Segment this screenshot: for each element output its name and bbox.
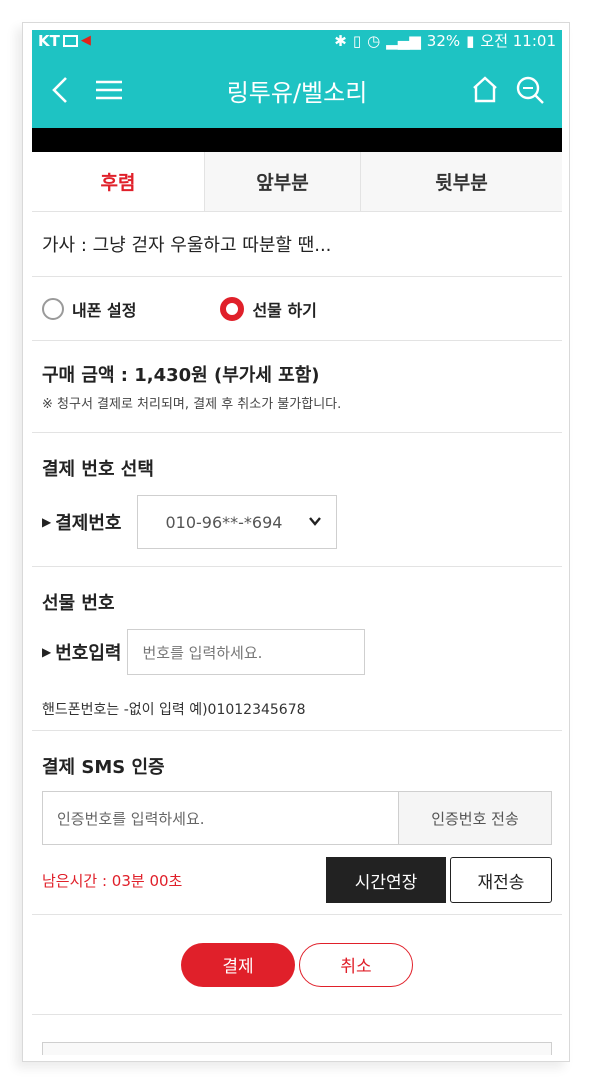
purchase-type-options: 내폰 설정 선물 하기 <box>32 277 562 341</box>
option-gift-label: 선물 하기 <box>252 300 317 320</box>
lyrics-text: 가사 : 그냥 걷자 우울하고 따분할 땐... <box>32 212 562 277</box>
back-arrow-icon[interactable] <box>46 70 76 110</box>
payment-number-title: 결제 번호 선택 <box>42 459 154 480</box>
payment-number-value: 010-96**-*694 <box>165 512 283 532</box>
chevron-down-icon <box>309 517 322 526</box>
status-right: ✱ ▯ ◷ ▂▄▆ 32% ▮ 오전 11:01 <box>334 30 556 52</box>
app-bar: 링투유/벨소리 <box>32 52 562 128</box>
billing-note: ※ 청구서 결제로 처리되며, 결제 후 취소가 불가합니다. <box>42 397 342 412</box>
sms-auth-title: 결제 SMS 인증 <box>42 757 165 778</box>
gift-number-section: 선물 번호 ▶ 번호입력 번호를 입력하세요. 핸드폰번호는 -없이 입력 예)… <box>32 567 562 731</box>
payment-number-line: ▶ 결제번호 010-96**-*694 <box>42 495 552 549</box>
status-bar: KT ◀ ✱ ▯ ◷ ▂▄▆ 32% ▮ 오전 11:01 <box>32 30 562 52</box>
battery-level: 32% <box>426 32 461 50</box>
pay-button[interactable]: 결제 <box>181 942 295 987</box>
sms-code-line: 인증번호를 입력하세요. 인증번호 전송 <box>42 791 552 845</box>
auth-code-input[interactable]: 인증번호를 입력하세요. <box>42 791 398 845</box>
payment-number-label: ▶ 결제번호 <box>42 509 121 535</box>
phone-format-hint: 핸드폰번호는 -없이 입력 예)01012345678 <box>42 702 306 718</box>
gift-number-title: 선물 번호 <box>42 593 115 614</box>
status-left: KT ◀ <box>38 30 91 52</box>
payment-number-select[interactable]: 010-96**-*694 <box>137 495 338 549</box>
payment-number-section: 결제 번호 선택 ▶ 결제번호 010-96**-*694 <box>32 433 562 567</box>
home-icon[interactable] <box>470 74 500 106</box>
action-buttons: 결제 취소 <box>32 915 562 1015</box>
resend-button[interactable]: 재전송 <box>450 857 552 903</box>
purchase-amount: 구매 금액 : 1,430원 (부가세 포함) <box>42 365 320 386</box>
price-section: 구매 금액 : 1,430원 (부가세 포함) ※ 청구서 결제로 처리되며, … <box>32 341 562 433</box>
extend-time-button[interactable]: 시간연장 <box>326 857 446 903</box>
remaining-time: 남은시간 : 03분 00초 <box>42 871 183 890</box>
banner-strip <box>32 128 562 152</box>
gift-number-line: ▶ 번호입력 번호를 입력하세요. <box>42 629 552 675</box>
signal-icon: ▂▄▆ <box>386 32 421 50</box>
timer-line: 남은시간 : 03분 00초 시간연장 재전송 <box>42 857 552 903</box>
radio-checked-icon[interactable] <box>220 296 245 321</box>
option-my-phone-label: 내폰 설정 <box>72 300 137 320</box>
triangle-bullet-icon: ▶ <box>42 515 52 529</box>
megaphone-icon: ◀ <box>80 33 91 48</box>
cancel-button[interactable]: 취소 <box>299 942 413 987</box>
bottom-panel <box>42 1042 552 1055</box>
vibrate-icon: ▯ <box>352 32 362 50</box>
search-icon[interactable] <box>513 73 547 107</box>
tab-intro[interactable]: 앞부분 <box>204 152 360 211</box>
sms-auth-section: 결제 SMS 인증 인증번호를 입력하세요. 인증번호 전송 남은시간 : 03… <box>32 731 562 915</box>
battery-icon: ▮ <box>466 32 475 50</box>
option-my-phone[interactable]: 내폰 설정 <box>42 297 136 321</box>
tab-chorus[interactable]: 후렴 <box>32 152 204 211</box>
radio-unchecked-icon[interactable] <box>42 297 64 320</box>
bluetooth-icon: ✱ <box>334 32 347 50</box>
gift-number-label-text: 번호입력 <box>55 643 122 664</box>
screen-icon <box>62 35 78 47</box>
payment-number-label-text: 결제번호 <box>55 513 122 534</box>
triangle-bullet-icon: ▶ <box>42 645 52 659</box>
gift-number-input[interactable]: 번호를 입력하세요. <box>127 629 366 675</box>
hamburger-menu-icon[interactable] <box>94 74 124 106</box>
clock: 오전 11:01 <box>480 32 556 50</box>
alarm-icon: ◷ <box>367 32 381 50</box>
option-gift[interactable]: 선물 하기 <box>220 296 317 321</box>
tab-ending[interactable]: 뒷부분 <box>360 152 562 211</box>
carrier-label: KT <box>38 32 60 50</box>
phone-screen: KT ◀ ✱ ▯ ◷ ▂▄▆ 32% ▮ 오전 11:01 링투유/벨소리 후렴… <box>32 30 562 1055</box>
send-code-button[interactable]: 인증번호 전송 <box>398 791 552 845</box>
section-tabs: 후렴 앞부분 뒷부분 <box>32 152 562 212</box>
gift-number-label: ▶ 번호입력 <box>42 639 121 665</box>
